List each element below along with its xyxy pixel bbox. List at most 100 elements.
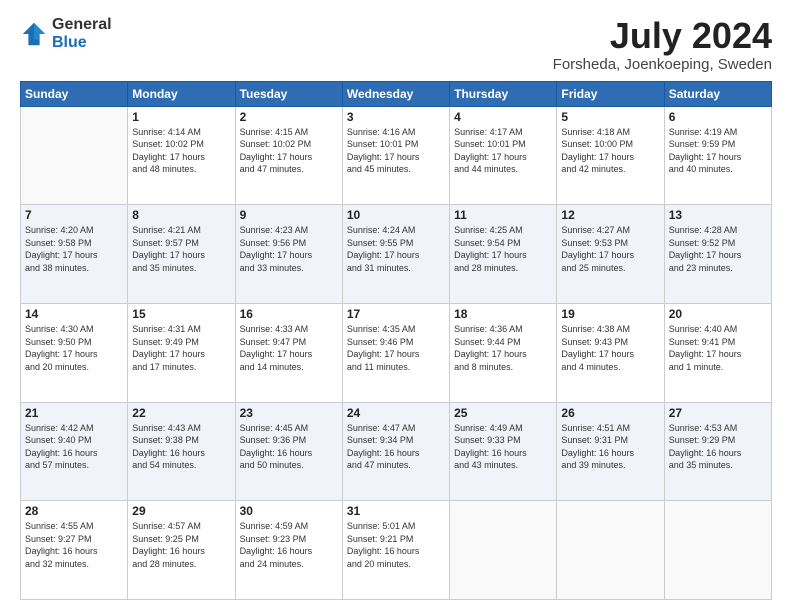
day-info: Sunrise: 4:28 AM Sunset: 9:52 PM Dayligh…	[669, 224, 767, 274]
day-info: Sunrise: 4:15 AM Sunset: 10:02 PM Daylig…	[240, 126, 338, 176]
logo-blue-text: Blue	[52, 34, 112, 52]
day-number: 18	[454, 307, 552, 321]
day-number: 5	[561, 110, 659, 124]
day-info: Sunrise: 4:33 AM Sunset: 9:47 PM Dayligh…	[240, 323, 338, 373]
header-friday: Friday	[557, 81, 664, 106]
header-thursday: Thursday	[450, 81, 557, 106]
table-row: 8 Sunrise: 4:21 AM Sunset: 9:57 PM Daylig…	[128, 205, 235, 304]
day-number: 26	[561, 406, 659, 420]
day-number: 24	[347, 406, 445, 420]
logo-general-text: General	[52, 16, 112, 34]
table-row: 15 Sunrise: 4:31 AM Sunset: 9:49 PM Dayli…	[128, 303, 235, 402]
header-tuesday: Tuesday	[235, 81, 342, 106]
table-row: 16 Sunrise: 4:33 AM Sunset: 9:47 PM Dayli…	[235, 303, 342, 402]
table-row: 29Sunrise: 4:57 AM Sunset: 9:25 PM Dayli…	[128, 501, 235, 600]
table-row: 21 Sunrise: 4:42 AM Sunset: 9:40 PM Dayli…	[21, 402, 128, 501]
table-row: 4Sunrise: 4:17 AM Sunset: 10:01 PM Dayli…	[450, 106, 557, 205]
day-info: Sunrise: 4:21 AM Sunset: 9:57 PM Dayligh…	[132, 224, 230, 274]
day-info: Sunrise: 4:19 AM Sunset: 9:59 PM Dayligh…	[669, 126, 767, 176]
day-info: Sunrise: 4:55 AM Sunset: 9:27 PM Dayligh…	[25, 520, 123, 570]
day-info: Sunrise: 4:20 AM Sunset: 9:58 PM Dayligh…	[25, 224, 123, 274]
day-number: 30	[240, 504, 338, 518]
day-number: 21	[25, 406, 123, 420]
title-block: July 2024 Forsheda, Joenkoeping, Sweden	[553, 16, 772, 73]
table-row: 13 Sunrise: 4:28 AM Sunset: 9:52 PM Dayli…	[664, 205, 771, 304]
day-number: 22	[132, 406, 230, 420]
day-number: 7	[25, 208, 123, 222]
table-row: 30 Sunrise: 4:59 AM Sunset: 9:23 PM Dayli…	[235, 501, 342, 600]
table-row: 7 Sunrise: 4:20 AM Sunset: 9:58 PM Daylig…	[21, 205, 128, 304]
table-row: 14Sunrise: 4:30 AM Sunset: 9:50 PM Dayli…	[21, 303, 128, 402]
day-number: 15	[132, 307, 230, 321]
table-row	[21, 106, 128, 205]
day-number: 10	[347, 208, 445, 222]
table-row: 9Sunrise: 4:23 AM Sunset: 9:56 PM Daylig…	[235, 205, 342, 304]
day-info: Sunrise: 4:38 AM Sunset: 9:43 PM Dayligh…	[561, 323, 659, 373]
day-info: Sunrise: 4:27 AM Sunset: 9:53 PM Dayligh…	[561, 224, 659, 274]
day-info: Sunrise: 4:40 AM Sunset: 9:41 PM Dayligh…	[669, 323, 767, 373]
day-info: Sunrise: 4:14 AM Sunset: 10:02 PM Daylig…	[132, 126, 230, 176]
header-monday: Monday	[128, 81, 235, 106]
day-info: Sunrise: 4:42 AM Sunset: 9:40 PM Dayligh…	[25, 422, 123, 472]
day-number: 14	[25, 307, 123, 321]
day-info: Sunrise: 4:18 AM Sunset: 10:00 PM Daylig…	[561, 126, 659, 176]
table-row: 19Sunrise: 4:38 AM Sunset: 9:43 PM Dayli…	[557, 303, 664, 402]
day-number: 16	[240, 307, 338, 321]
day-number: 1	[132, 110, 230, 124]
table-row: 20 Sunrise: 4:40 AM Sunset: 9:41 PM Dayli…	[664, 303, 771, 402]
day-number: 9	[240, 208, 338, 222]
day-info: Sunrise: 5:01 AM Sunset: 9:21 PM Dayligh…	[347, 520, 445, 570]
month-title: July 2024	[553, 16, 772, 56]
week-row-2: 7 Sunrise: 4:20 AM Sunset: 9:58 PM Daylig…	[21, 205, 772, 304]
day-info: Sunrise: 4:49 AM Sunset: 9:33 PM Dayligh…	[454, 422, 552, 472]
day-number: 2	[240, 110, 338, 124]
day-number: 13	[669, 208, 767, 222]
logo-icon	[20, 20, 48, 48]
table-row: 1 Sunrise: 4:14 AM Sunset: 10:02 PM Dayli…	[128, 106, 235, 205]
week-row-5: 28Sunrise: 4:55 AM Sunset: 9:27 PM Dayli…	[21, 501, 772, 600]
table-row: 10 Sunrise: 4:24 AM Sunset: 9:55 PM Dayli…	[342, 205, 449, 304]
day-info: Sunrise: 4:17 AM Sunset: 10:01 PM Daylig…	[454, 126, 552, 176]
table-row	[557, 501, 664, 600]
table-row: 31 Sunrise: 5:01 AM Sunset: 9:21 PM Dayli…	[342, 501, 449, 600]
day-info: Sunrise: 4:31 AM Sunset: 9:49 PM Dayligh…	[132, 323, 230, 373]
day-number: 17	[347, 307, 445, 321]
day-info: Sunrise: 4:45 AM Sunset: 9:36 PM Dayligh…	[240, 422, 338, 472]
day-number: 23	[240, 406, 338, 420]
week-row-3: 14Sunrise: 4:30 AM Sunset: 9:50 PM Dayli…	[21, 303, 772, 402]
day-info: Sunrise: 4:43 AM Sunset: 9:38 PM Dayligh…	[132, 422, 230, 472]
table-row: 23 Sunrise: 4:45 AM Sunset: 9:36 PM Dayli…	[235, 402, 342, 501]
day-info: Sunrise: 4:36 AM Sunset: 9:44 PM Dayligh…	[454, 323, 552, 373]
table-row: 25 Sunrise: 4:49 AM Sunset: 9:33 PM Dayli…	[450, 402, 557, 501]
header-sunday: Sunday	[21, 81, 128, 106]
header-wednesday: Wednesday	[342, 81, 449, 106]
location: Forsheda, Joenkoeping, Sweden	[553, 56, 772, 73]
day-info: Sunrise: 4:51 AM Sunset: 9:31 PM Dayligh…	[561, 422, 659, 472]
day-info: Sunrise: 4:24 AM Sunset: 9:55 PM Dayligh…	[347, 224, 445, 274]
table-row: 22 Sunrise: 4:43 AM Sunset: 9:38 PM Dayli…	[128, 402, 235, 501]
table-row: 17 Sunrise: 4:35 AM Sunset: 9:46 PM Dayli…	[342, 303, 449, 402]
day-number: 6	[669, 110, 767, 124]
day-number: 27	[669, 406, 767, 420]
day-info: Sunrise: 4:47 AM Sunset: 9:34 PM Dayligh…	[347, 422, 445, 472]
table-row: 11Sunrise: 4:25 AM Sunset: 9:54 PM Dayli…	[450, 205, 557, 304]
day-number: 31	[347, 504, 445, 518]
table-row: 26 Sunrise: 4:51 AM Sunset: 9:31 PM Dayli…	[557, 402, 664, 501]
calendar-page: General Blue July 2024 Forsheda, Joenkoe…	[0, 0, 792, 612]
day-info: Sunrise: 4:59 AM Sunset: 9:23 PM Dayligh…	[240, 520, 338, 570]
day-info: Sunrise: 4:53 AM Sunset: 9:29 PM Dayligh…	[669, 422, 767, 472]
day-number: 20	[669, 307, 767, 321]
day-number: 8	[132, 208, 230, 222]
table-row: 12Sunrise: 4:27 AM Sunset: 9:53 PM Dayli…	[557, 205, 664, 304]
table-row: 18 Sunrise: 4:36 AM Sunset: 9:44 PM Dayli…	[450, 303, 557, 402]
table-row: 28Sunrise: 4:55 AM Sunset: 9:27 PM Dayli…	[21, 501, 128, 600]
day-number: 11	[454, 208, 552, 222]
table-row	[450, 501, 557, 600]
day-info: Sunrise: 4:35 AM Sunset: 9:46 PM Dayligh…	[347, 323, 445, 373]
table-row: 24 Sunrise: 4:47 AM Sunset: 9:34 PM Dayli…	[342, 402, 449, 501]
week-row-4: 21 Sunrise: 4:42 AM Sunset: 9:40 PM Dayli…	[21, 402, 772, 501]
day-info: Sunrise: 4:57 AM Sunset: 9:25 PM Dayligh…	[132, 520, 230, 570]
day-info: Sunrise: 4:16 AM Sunset: 10:01 PM Daylig…	[347, 126, 445, 176]
header-saturday: Saturday	[664, 81, 771, 106]
day-number: 25	[454, 406, 552, 420]
